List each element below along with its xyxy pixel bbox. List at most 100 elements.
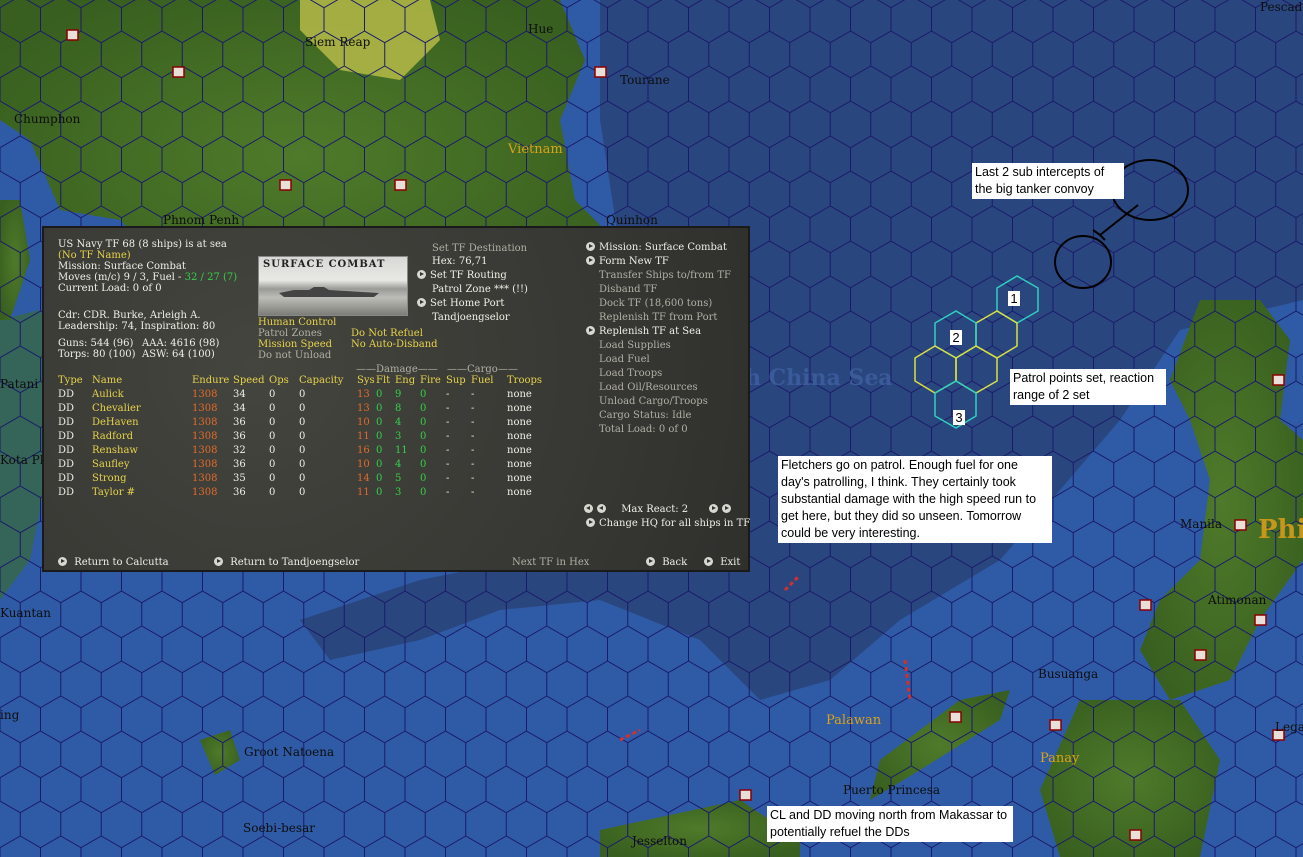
table-cell: 0 [420, 431, 427, 442]
do-not-unload-toggle[interactable]: Do not Unload [258, 350, 331, 361]
table-cell: DD [58, 445, 75, 456]
mission-speed-toggle[interactable]: Mission Speed [258, 339, 332, 350]
table-cell: 10 [357, 417, 370, 428]
no-auto-disband-toggle[interactable]: No Auto-Disband [351, 339, 438, 350]
tf-aaa: AAA: 4616 (98) [142, 338, 220, 349]
next-arrow-icon[interactable] [709, 504, 719, 513]
table-cell: DD [58, 487, 75, 498]
arrow-icon [704, 557, 713, 566]
table-header[interactable]: Sup [446, 375, 466, 386]
first-arrow-icon[interactable] [584, 504, 593, 513]
table-cell: 3 [395, 487, 402, 498]
table-row[interactable]: DD Chevalier 1308 34 0 0 13 0 8 0- - none [58, 403, 568, 415]
tf-guns: Guns: 544 (96) [58, 338, 134, 349]
set-routing-label: Set TF Routing [430, 270, 507, 281]
place-label: Manila [1180, 517, 1222, 531]
menu-item: Dock TF (18,600 tons) [586, 298, 712, 309]
table-cell: Saufley [92, 459, 130, 470]
table-row[interactable]: DD Taylor # 1308 36 0 0 11 0 3 0 - - none [58, 487, 568, 499]
table-header[interactable]: Type [58, 375, 83, 386]
menu-item-label: Unload Cargo/Troops [599, 396, 708, 407]
table-header[interactable]: Name [92, 375, 122, 386]
return-calcutta-button[interactable]: Return to Calcutta [58, 557, 169, 568]
back-button[interactable]: Back [646, 557, 687, 568]
change-hq-button[interactable]: Change HQ for all ships in TF [586, 518, 750, 529]
arrow-icon [586, 518, 595, 527]
table-cell: Radford [92, 431, 134, 442]
max-react-control[interactable]: Max React: 2 [584, 504, 735, 515]
last-arrow-icon[interactable] [722, 504, 732, 513]
table-cell: 0 [269, 445, 276, 456]
patrol-zones-toggle[interactable]: Patrol Zones [258, 328, 322, 339]
table-row[interactable]: DD Strong 1308 35 0 0 14 0 5 0 - - none [58, 473, 568, 485]
place-label: Jesselton [632, 834, 687, 848]
set-home-port-button[interactable]: Set Home Port [417, 298, 504, 309]
menu-item-label: Disband TF [599, 284, 658, 295]
table-cell: Chevalier [92, 403, 141, 414]
table-header[interactable]: Capacity [299, 375, 343, 386]
table-header[interactable]: Eng [395, 375, 415, 386]
table-cell: 8 [395, 403, 402, 414]
table-cell: 1308 [192, 417, 218, 428]
table-cell: 0 [376, 487, 383, 498]
table-row[interactable]: DD Radford 1308 36 0 0 11 0 3 0 - - none [58, 431, 568, 443]
mission-photo: SURFACE COMBAT [258, 256, 408, 316]
table-cell: 36 [233, 431, 246, 442]
note-patrol-points: Patrol points set, reaction range of 2 s… [1010, 369, 1166, 405]
next-tf-button[interactable]: Next TF in Hex [512, 557, 589, 568]
table-row[interactable]: DD Aulick 1308 34 0 0 13 0 9 0 - - none [58, 389, 568, 401]
arrow-icon [417, 270, 426, 279]
table-cell: 0 [420, 459, 427, 470]
table-row[interactable]: DD Renshaw 1308 32 0 0 16 0 11 0 - - none [58, 445, 568, 457]
menu-item[interactable]: Form New TF [586, 256, 669, 267]
set-routing-button[interactable]: Set TF Routing [417, 270, 507, 281]
table-cell: 4 [395, 459, 402, 470]
menu-item[interactable]: Mission: Surface Combat [586, 242, 727, 253]
table-cell: - [446, 459, 450, 470]
table-header[interactable]: Endure [192, 375, 229, 386]
menu-item[interactable]: Replenish TF at Sea [586, 326, 701, 337]
table-cell: 13 [357, 389, 370, 400]
table-cell: 1308 [192, 431, 218, 442]
table-header[interactable]: Ops [269, 375, 289, 386]
place-label: Pescad [1260, 0, 1303, 14]
place-label: Kuantan [0, 606, 52, 620]
table-row[interactable]: DD Saufley 1308 36 0 0 10 0 4 0 - - none [58, 459, 568, 471]
menu-item-label: Mission: Surface Combat [599, 242, 727, 253]
table-cell: - [446, 403, 450, 414]
return-tandj-button[interactable]: Return to Tandjoengselor [214, 557, 359, 568]
table-cell: Taylor # [92, 487, 136, 498]
table-cell: 0 [299, 473, 306, 484]
prev-arrow-icon[interactable] [597, 504, 606, 513]
place-label: Hue [528, 22, 554, 36]
tf-name[interactable]: (No TF Name) [58, 250, 131, 261]
tf-load: Current Load: 0 of 0 [58, 283, 162, 294]
note-sub-intercepts: Last 2 sub intercepts of the big tanker … [972, 163, 1124, 199]
table-cell: Renshaw [92, 445, 138, 456]
table-cell: - [446, 473, 450, 484]
table-cell: 0 [376, 403, 383, 414]
arrow-icon [646, 557, 655, 566]
human-control-toggle[interactable]: Human Control [258, 317, 336, 328]
table-cell: 0 [299, 445, 306, 456]
table-cell: 0 [420, 389, 427, 400]
table-header[interactable]: Sys [357, 375, 375, 386]
menu-item-label: Load Fuel [599, 354, 650, 365]
tf-asw: ASW: 64 (100) [142, 349, 215, 360]
table-header[interactable]: Speed [233, 375, 265, 386]
table-cell: DD [58, 417, 75, 428]
do-not-refuel-toggle[interactable]: Do Not Refuel [351, 328, 423, 339]
table-header[interactable]: Fuel [471, 375, 494, 386]
table-header[interactable]: Flt [376, 375, 390, 386]
table-header[interactable]: Troops [507, 375, 542, 386]
table-cell: - [446, 431, 450, 442]
table-cell: 0 [269, 417, 276, 428]
menu-item-label: Replenish TF at Sea [599, 326, 702, 337]
table-row[interactable]: DD DeHaven 1308 36 0 0 10 0 4 0 - - none [58, 417, 568, 429]
note-cl-dd: CL and DD moving north from Makassar to … [767, 806, 1013, 842]
exit-button[interactable]: Exit [704, 557, 740, 568]
table-header[interactable]: Fire [420, 375, 441, 386]
table-cell: - [446, 417, 450, 428]
table-cell: - [471, 445, 475, 456]
tf-commander[interactable]: Cdr: CDR. Burke, Arleigh A. [58, 310, 201, 321]
